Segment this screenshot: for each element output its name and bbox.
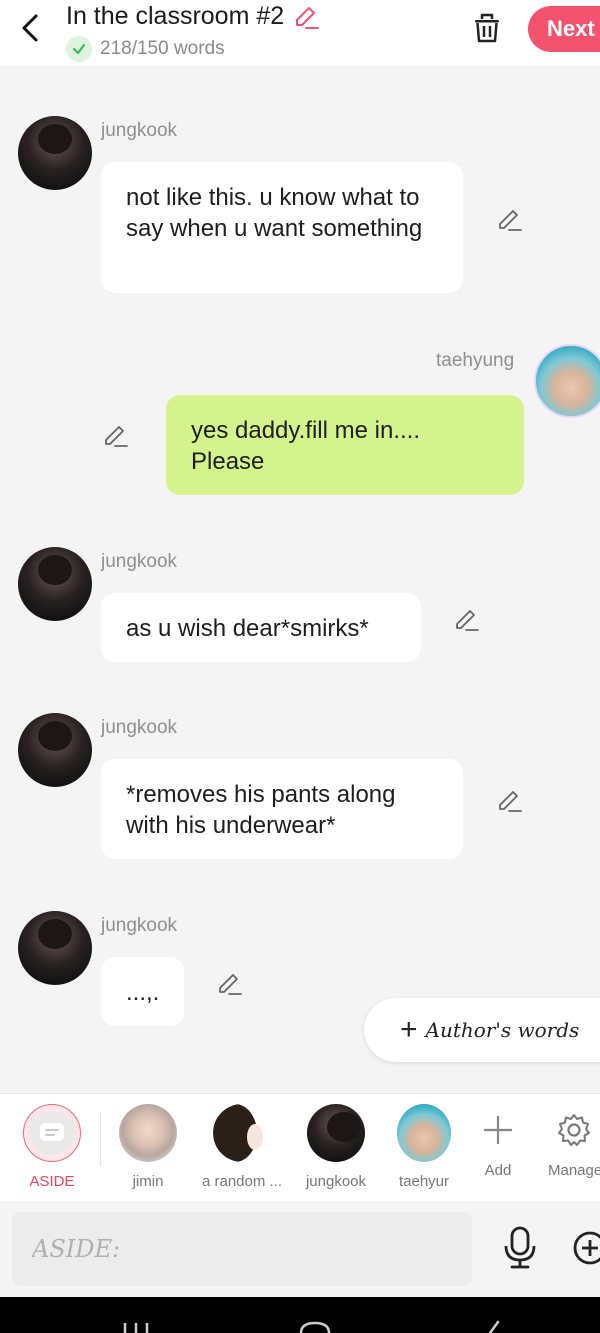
message-bubble[interactable]: not like this. u know what to say when u…: [101, 162, 463, 293]
story-title[interactable]: In the classroom #2: [66, 2, 284, 31]
microphone-icon[interactable]: [502, 1226, 538, 1270]
message-bubble[interactable]: *removes his pants along with his underw…: [101, 759, 463, 859]
word-count-row: 218/150 words: [66, 36, 225, 62]
chat-bubble-icon: [40, 1123, 64, 1141]
avatar-jungkook[interactable]: [18, 116, 92, 190]
recent-apps-icon[interactable]: [122, 1319, 152, 1333]
character-jimin[interactable]: jimin: [108, 1104, 188, 1190]
back-arrow-icon[interactable]: [14, 10, 46, 46]
add-character-button[interactable]: Add: [458, 1104, 538, 1179]
character-label: jimin: [132, 1173, 164, 1190]
character-label: a random ...: [201, 1173, 283, 1190]
avatar-jungkook[interactable]: [18, 911, 92, 985]
edit-message-pencil-icon[interactable]: [496, 206, 524, 234]
input-bar: [0, 1202, 600, 1297]
plus-icon: +: [400, 1013, 418, 1046]
character-a-random[interactable]: a random ...: [200, 1104, 284, 1190]
back-nav-icon[interactable]: [484, 1319, 504, 1333]
character-label: jungkook: [305, 1173, 367, 1190]
character-label: taehyur: [398, 1173, 450, 1190]
sender-name: taehyung: [436, 350, 515, 371]
avatar-taehyung: [397, 1104, 451, 1162]
edit-message-pencil-icon[interactable]: [453, 606, 481, 634]
character-label: Manage: [548, 1162, 600, 1179]
home-icon[interactable]: [298, 1319, 332, 1333]
avatar-taehyung[interactable]: [534, 344, 600, 418]
edit-message-pencil-icon[interactable]: [496, 787, 524, 815]
system-nav-bar: [0, 1297, 600, 1333]
check-icon: [66, 36, 92, 62]
message-bubble[interactable]: as u wish dear*smirks*: [101, 593, 421, 662]
word-count: 218/150 words: [100, 38, 225, 59]
character-jungkook[interactable]: jungkook: [296, 1104, 376, 1190]
trash-icon[interactable]: [470, 10, 504, 46]
avatar-jungkook[interactable]: [18, 713, 92, 787]
avatar-jimin: [119, 1104, 177, 1162]
aside-avatar: [23, 1104, 81, 1162]
avatar-a-random: [213, 1104, 271, 1162]
aside-input[interactable]: [12, 1212, 472, 1286]
character-label: Add: [484, 1162, 512, 1179]
manage-characters-button[interactable]: Manage: [538, 1104, 600, 1179]
gear-icon: [538, 1104, 600, 1156]
edit-message-pencil-icon[interactable]: [216, 970, 244, 998]
divider: [100, 1112, 101, 1166]
author-words-button[interactable]: + Author's words: [364, 998, 600, 1062]
sender-name: jungkook: [101, 120, 178, 141]
message-bubble[interactable]: yes daddy.fill me in.... Please: [166, 395, 524, 495]
plus-icon: [469, 1104, 527, 1156]
message-bubble[interactable]: ...,.: [101, 957, 184, 1026]
edit-title-pencil-icon[interactable]: [292, 3, 320, 31]
character-bar: ASIDE jimin a random ... jungkook taehyu…: [0, 1093, 600, 1201]
character-taehyung[interactable]: taehyur: [390, 1104, 458, 1190]
character-label: ASIDE: [29, 1173, 75, 1190]
avatar-jungkook: [307, 1104, 365, 1162]
top-bar: In the classroom #2 218/150 words Next: [0, 0, 600, 66]
edit-message-pencil-icon[interactable]: [102, 422, 130, 450]
avatar-jungkook[interactable]: [18, 547, 92, 621]
add-media-icon[interactable]: [572, 1230, 600, 1266]
sender-name: jungkook: [101, 915, 178, 936]
sender-name: jungkook: [101, 551, 178, 572]
sender-name: jungkook: [101, 717, 178, 738]
character-aside[interactable]: ASIDE: [12, 1104, 92, 1190]
title-row: In the classroom #2: [66, 2, 320, 31]
next-button[interactable]: Next: [528, 6, 600, 52]
author-words-label: Author's words: [425, 1018, 580, 1042]
